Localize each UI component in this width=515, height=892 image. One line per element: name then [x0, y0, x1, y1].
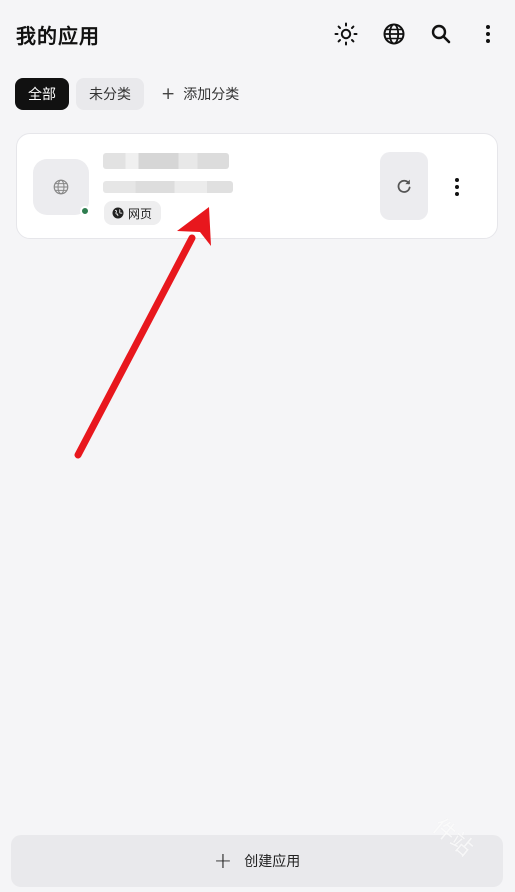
app-name-blurred: [103, 153, 229, 169]
app-type-label: 网页: [128, 206, 153, 221]
more-vertical-icon: [486, 25, 490, 43]
sun-icon: [334, 22, 358, 46]
tab-all[interactable]: 全部: [15, 78, 69, 110]
more-vertical-icon: [455, 178, 459, 196]
refresh-icon: [397, 179, 411, 193]
language-button[interactable]: [381, 21, 407, 47]
tab-uncategorized[interactable]: 未分类: [76, 78, 144, 110]
app-type-badge: 网页: [104, 201, 162, 225]
app-more-button[interactable]: [445, 172, 469, 202]
online-status-dot: [80, 206, 90, 216]
globe-icon: [383, 23, 405, 45]
top-bar: 我的应用: [0, 0, 515, 70]
plus-icon: +: [213, 848, 233, 874]
theme-toggle-button[interactable]: [333, 21, 359, 47]
globe-icon: [112, 207, 124, 219]
search-icon: [431, 24, 451, 44]
plus-icon: +: [161, 84, 176, 104]
add-category-button[interactable]: + 添加分类: [161, 78, 261, 110]
app-card[interactable]: 网页: [16, 133, 498, 239]
app-url-blurred: [103, 181, 233, 193]
category-tabs: 全部 未分类 + 添加分类: [15, 78, 315, 110]
app-list-page: 我的应用 全部 未分类 + 添加分类 网页 + 创建应用 件站: [0, 0, 515, 892]
add-category-label: 添加分类: [183, 87, 240, 103]
search-button[interactable]: [428, 21, 454, 47]
refresh-button[interactable]: [380, 152, 428, 220]
create-app-label: 创建应用: [244, 854, 301, 870]
header-more-button[interactable]: [475, 21, 501, 47]
page-title: 我的应用: [16, 24, 100, 48]
create-app-button[interactable]: + 创建应用: [11, 835, 503, 887]
web-app-icon: [53, 179, 69, 195]
